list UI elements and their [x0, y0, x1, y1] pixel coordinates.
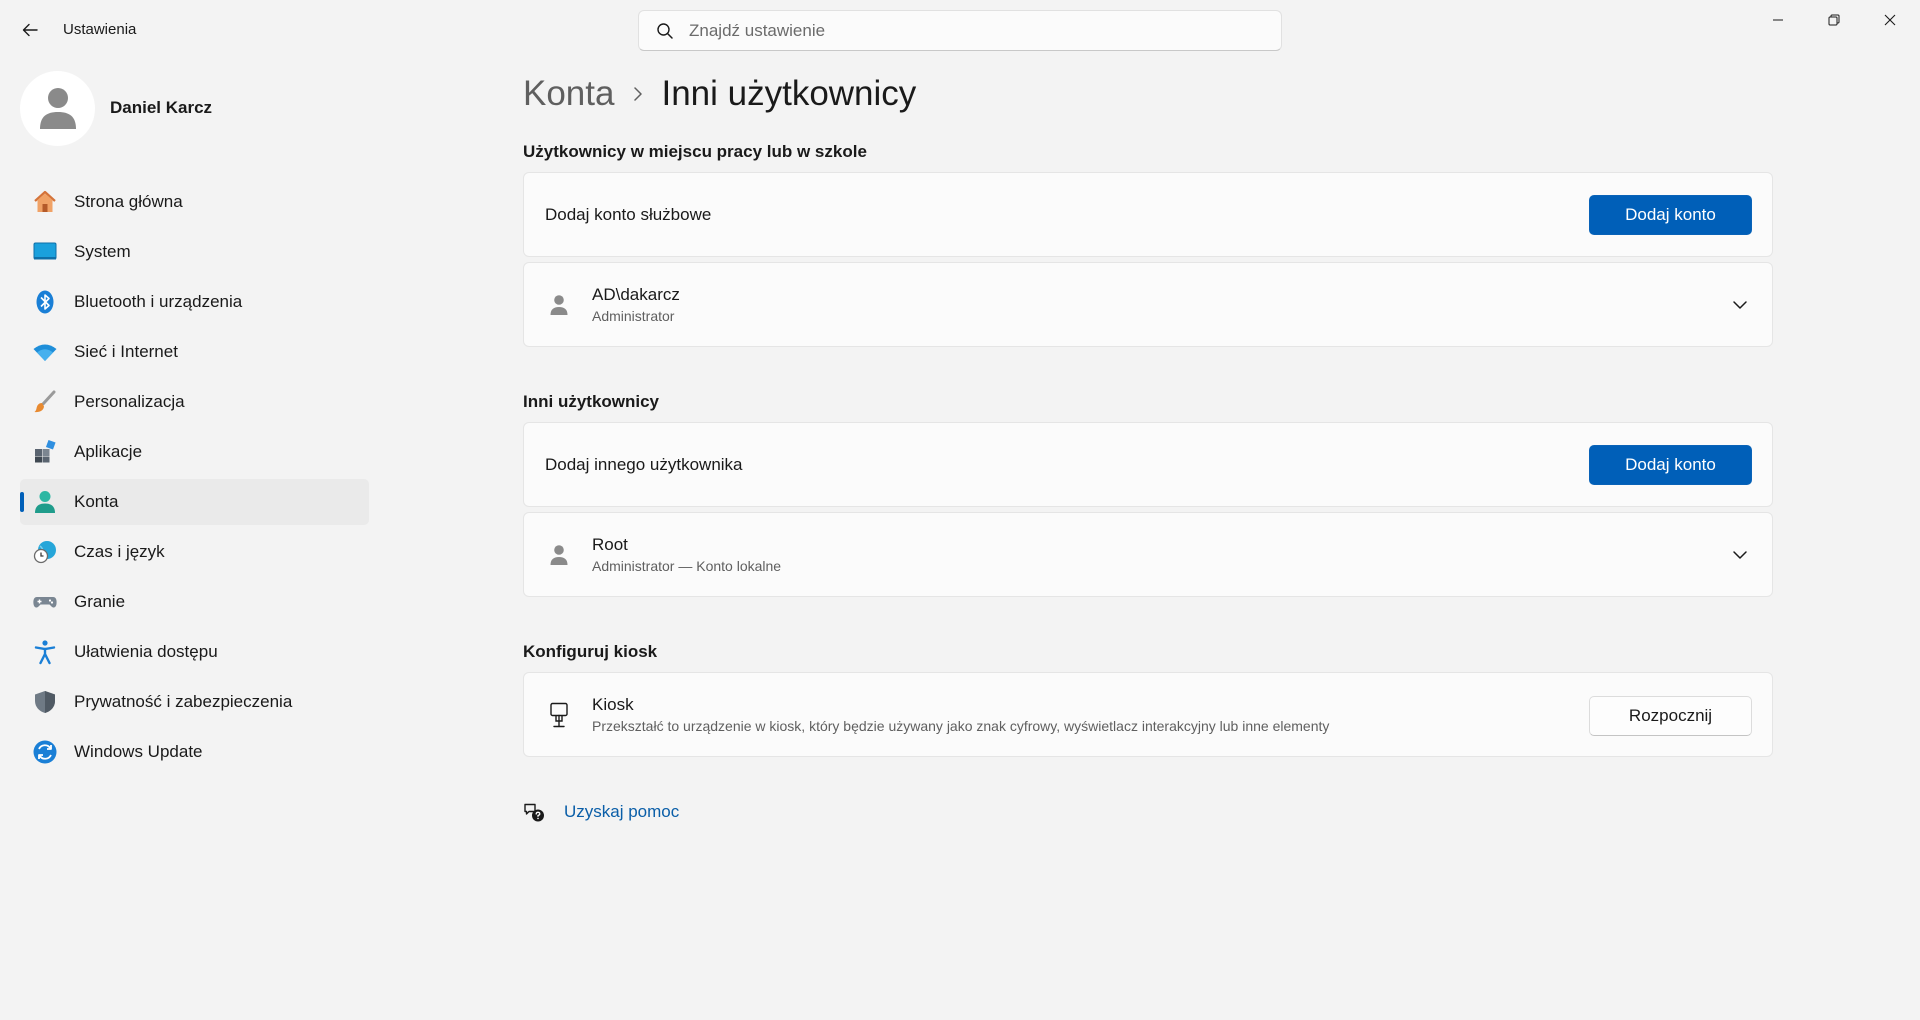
- wifi-icon: [31, 338, 59, 366]
- update-icon: [31, 738, 59, 766]
- add-other-user-label: Dodaj innego użytkownika: [545, 454, 743, 474]
- kiosk-description: Przekształć to urządzenie w kiosk, który…: [592, 717, 1330, 734]
- sidebar-item-bluetooth[interactable]: Bluetooth i urządzenia: [20, 279, 369, 325]
- shield-icon: [31, 688, 59, 716]
- person-icon: [39, 88, 76, 129]
- back-button[interactable]: [14, 16, 46, 44]
- kiosk-start-button[interactable]: Rozpocznij: [1589, 696, 1752, 736]
- sidebar-item-label: Sieć i Internet: [74, 342, 178, 361]
- sidebar-item-label: Aplikacje: [74, 442, 143, 461]
- sidebar-item-accessibility[interactable]: Ułatwienia dostępu: [20, 629, 369, 675]
- chevron-down-icon[interactable]: [1728, 293, 1752, 317]
- get-help[interactable]: Uzyskaj pomoc: [523, 800, 679, 824]
- bluetooth-icon: [31, 288, 59, 316]
- sidebar-item-system[interactable]: System: [20, 229, 369, 275]
- sidebar-item-label: Ułatwienia dostępu: [74, 642, 218, 661]
- sidebar-item-accounts[interactable]: Konta: [20, 479, 369, 525]
- sidebar-item-label: Granie: [74, 592, 126, 611]
- add-work-account-button[interactable]: Dodaj konto: [1589, 195, 1752, 235]
- search-box[interactable]: [638, 10, 1282, 51]
- minimize-button[interactable]: [1750, 0, 1806, 40]
- sidebar-item-label: System: [74, 242, 131, 261]
- sidebar-item-label: Prywatność i zabezpieczenia: [74, 692, 293, 711]
- brush-icon: [31, 388, 59, 416]
- gamepad-icon: [31, 588, 59, 616]
- breadcrumb: Konta Inni użytkownicy: [523, 70, 916, 118]
- avatar[interactable]: [20, 70, 95, 146]
- other-user-text: Root Administrator — Konto lokalne: [592, 535, 781, 575]
- add-other-user-card: Dodaj innego użytkownika Dodaj konto: [523, 422, 1773, 507]
- account-icon: [31, 488, 59, 516]
- sidebar-item-label: Konta: [74, 492, 119, 511]
- sidebar-item-privacy[interactable]: Prywatność i zabezpieczenia: [20, 679, 369, 725]
- sidebar-item-home[interactable]: Strona główna: [20, 179, 369, 225]
- minimize-icon: [1773, 19, 1783, 21]
- sidebar-item-label: Windows Update: [74, 742, 203, 761]
- work-account-name: AD\dakarcz: [592, 284, 680, 304]
- back-arrow-icon: [22, 23, 38, 37]
- sidebar-item-personalization[interactable]: Personalizacja: [20, 379, 369, 425]
- work-account-role: Administrator: [592, 307, 675, 324]
- add-work-account-label: Dodaj konto służbowe: [545, 204, 712, 224]
- work-account-text: AD\dakarcz Administrator: [592, 285, 680, 325]
- close-button[interactable]: [1862, 0, 1918, 40]
- kiosk-text: Kiosk Przekształć to urządzenie w kiosk,…: [592, 695, 1329, 735]
- person-icon: [545, 541, 573, 569]
- search-icon: [655, 21, 675, 41]
- other-user-row[interactable]: Root Administrator — Konto lokalne: [523, 512, 1773, 597]
- other-user-name: Root: [592, 534, 628, 554]
- chevron-down-icon[interactable]: [1728, 543, 1752, 567]
- display-icon: [31, 238, 59, 266]
- sidebar-item-network[interactable]: Sieć i Internet: [20, 329, 369, 375]
- add-other-user-button[interactable]: Dodaj konto: [1589, 445, 1752, 485]
- sidebar-item-label: Bluetooth i urządzenia: [74, 292, 243, 311]
- section-heading-kiosk: Konfiguruj kiosk: [523, 642, 658, 661]
- page-title: Inni użytkownicy: [661, 74, 917, 113]
- get-help-link[interactable]: Uzyskaj pomoc: [564, 802, 679, 822]
- add-work-account-card: Dodaj konto służbowe Dodaj konto: [523, 172, 1773, 257]
- app-title: Ustawienia: [63, 21, 137, 38]
- sidebar-item-time-language[interactable]: Czas i język: [20, 529, 369, 575]
- restore-icon: [1828, 14, 1840, 26]
- clock-globe-icon: [31, 538, 59, 566]
- sidebar-item-windows-update[interactable]: Windows Update: [20, 729, 369, 775]
- help-chat-icon: [523, 801, 545, 823]
- person-icon: [545, 291, 573, 319]
- section-heading-work-school: Użytkownicy w miejscu pracy lub w szkole: [523, 142, 867, 161]
- user-profile[interactable]: Daniel Karcz: [20, 70, 212, 146]
- search-input[interactable]: [689, 20, 1249, 41]
- sidebar-item-gaming[interactable]: Granie: [20, 579, 369, 625]
- kiosk-card: Kiosk Przekształć to urządzenie w kiosk,…: [523, 672, 1773, 757]
- sidebar-item-label: Strona główna: [74, 192, 183, 211]
- other-user-role: Administrator — Konto lokalne: [592, 557, 782, 574]
- sidebar-nav: Strona główna System Bluetooth i urządze…: [20, 179, 369, 779]
- home-icon: [31, 188, 59, 216]
- kiosk-icon: [545, 701, 573, 729]
- sidebar-item-label: Personalizacja: [74, 392, 185, 411]
- accessibility-icon: [31, 638, 59, 666]
- section-heading-other-users: Inni użytkownicy: [523, 392, 660, 411]
- title-bar: Ustawienia: [0, 0, 1920, 60]
- sidebar-item-label: Czas i język: [74, 542, 165, 561]
- work-account-row[interactable]: AD\dakarcz Administrator: [523, 262, 1773, 347]
- restore-button[interactable]: [1806, 0, 1862, 40]
- sidebar-item-apps[interactable]: Aplikacje: [20, 429, 369, 475]
- breadcrumb-parent-link[interactable]: Konta: [523, 74, 614, 114]
- kiosk-title: Kiosk: [592, 694, 634, 714]
- user-name: Daniel Karcz: [110, 98, 213, 117]
- close-icon: [1884, 14, 1896, 26]
- apps-icon: [31, 438, 59, 466]
- chevron-right-icon: [632, 86, 644, 102]
